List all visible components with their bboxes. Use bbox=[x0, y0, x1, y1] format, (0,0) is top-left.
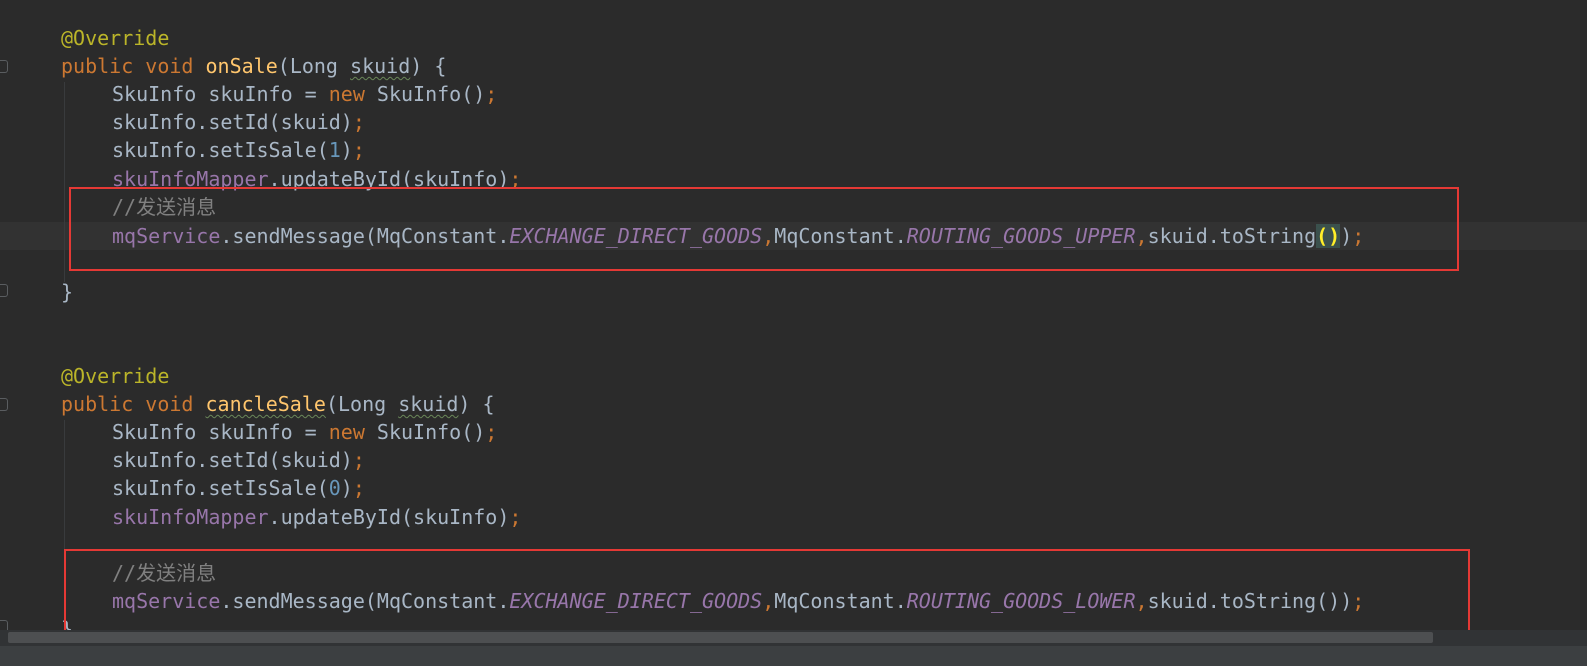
code-line-annotation[interactable]: @Override bbox=[61, 362, 169, 390]
highlight-box-onsale bbox=[69, 187, 1459, 271]
code-line[interactable]: skuInfo.setIsSale(0); bbox=[112, 474, 365, 502]
highlight-box-canclesale bbox=[64, 549, 1470, 632]
param-skuid[interactable]: skuid bbox=[350, 54, 410, 78]
code-line-closing-brace[interactable]: } bbox=[61, 278, 73, 306]
code-line-method-signature[interactable]: public void cancleSale(Long skuid) { bbox=[61, 390, 495, 418]
code-line[interactable]: skuInfo.setId(skuid); bbox=[112, 108, 365, 136]
horizontal-scrollbar-thumb[interactable] bbox=[8, 632, 1433, 643]
method-name-canclesale[interactable]: cancleSale bbox=[206, 392, 326, 416]
code-line-method-signature[interactable]: public void onSale(Long skuid) { bbox=[61, 52, 446, 80]
code-line[interactable]: skuInfoMapper.updateById(skuInfo); bbox=[112, 503, 521, 531]
code-line-annotation[interactable]: @Override bbox=[61, 24, 169, 52]
fold-marker-icon[interactable] bbox=[0, 60, 8, 73]
code-editor[interactable]: @Override public void onSale(Long skuid)… bbox=[0, 0, 1587, 666]
code-line[interactable]: skuInfo.setId(skuid); bbox=[112, 446, 365, 474]
fold-marker-icon[interactable] bbox=[0, 398, 8, 411]
method-name-onsale[interactable]: onSale bbox=[206, 54, 278, 78]
code-line[interactable]: SkuInfo skuInfo = new SkuInfo(); bbox=[112, 418, 497, 446]
bottom-panel-edge bbox=[0, 646, 1587, 666]
indent-guide bbox=[64, 82, 65, 282]
code-line[interactable]: skuInfo.setIsSale(1); bbox=[112, 136, 365, 164]
code-line[interactable]: SkuInfo skuInfo = new SkuInfo(); bbox=[112, 80, 497, 108]
param-skuid[interactable]: skuid bbox=[398, 392, 458, 416]
fold-marker-icon[interactable] bbox=[0, 284, 8, 297]
